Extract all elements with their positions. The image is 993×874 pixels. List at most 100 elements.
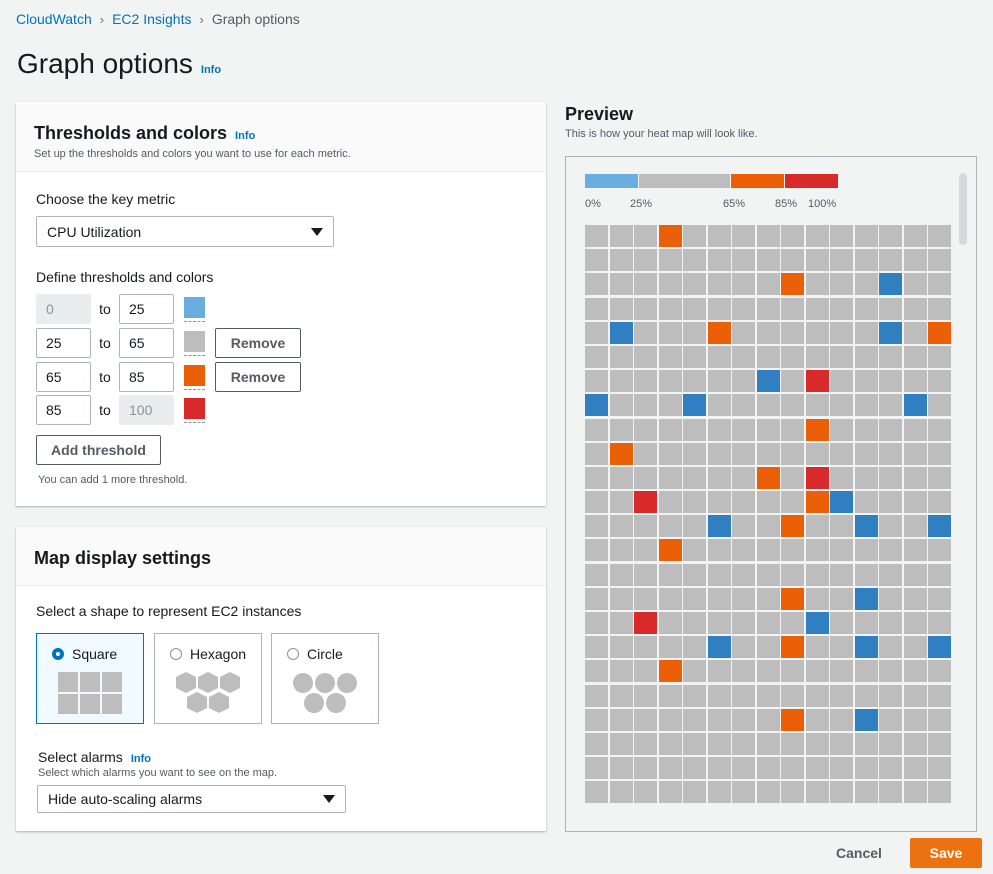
- heat-map-cell[interactable]: [683, 442, 706, 465]
- heat-map-cell[interactable]: [707, 442, 731, 465]
- save-button[interactable]: Save: [910, 838, 982, 868]
- heat-map-cell[interactable]: [781, 491, 804, 514]
- heat-map-cell[interactable]: [609, 491, 633, 514]
- heat-map-cell[interactable]: [732, 660, 755, 683]
- heat-map-cell[interactable]: [585, 587, 608, 610]
- heat-map-cell[interactable]: [854, 466, 878, 489]
- heat-map-cell[interactable]: [879, 249, 902, 272]
- heat-map-cell[interactable]: [683, 636, 706, 659]
- heat-map-cell[interactable]: [781, 684, 804, 707]
- heat-map-cell[interactable]: [928, 491, 951, 514]
- heat-map-cell[interactable]: [585, 732, 608, 755]
- heat-map-cell[interactable]: [928, 249, 951, 272]
- heat-map-cell[interactable]: [707, 781, 731, 804]
- heat-map-cell[interactable]: [830, 225, 853, 247]
- heat-map-cell[interactable]: [756, 757, 780, 780]
- heat-map-cell[interactable]: [756, 297, 780, 320]
- heat-map-cell[interactable]: [903, 781, 927, 804]
- heat-map-cell[interactable]: [903, 491, 927, 514]
- heat-map-cell[interactable]: [781, 708, 804, 731]
- heat-map-cell[interactable]: [609, 225, 633, 247]
- radio-circle[interactable]: [287, 648, 299, 660]
- heat-map-cell[interactable]: [683, 539, 706, 562]
- heat-map-cell[interactable]: [903, 636, 927, 659]
- heat-map-cell[interactable]: [879, 612, 902, 634]
- heat-map-cell[interactable]: [781, 297, 804, 320]
- heat-map-cell[interactable]: [854, 732, 878, 755]
- heat-map-cell[interactable]: [634, 418, 657, 441]
- heat-map-cell[interactable]: [658, 442, 682, 465]
- heat-map-cell[interactable]: [585, 684, 608, 707]
- heat-map-cell[interactable]: [658, 321, 682, 344]
- heat-map-cell[interactable]: [854, 539, 878, 562]
- heat-map-cell[interactable]: [830, 466, 853, 489]
- heat-map-cell[interactable]: [903, 684, 927, 707]
- heat-map-cell[interactable]: [854, 684, 878, 707]
- heat-map-cell[interactable]: [781, 249, 804, 272]
- heat-map-cell[interactable]: [756, 225, 780, 247]
- heat-map-cell[interactable]: [928, 370, 951, 393]
- heat-map-cell[interactable]: [732, 394, 755, 417]
- shape-option-hexagon[interactable]: Hexagon: [154, 633, 262, 724]
- alarms-info-link[interactable]: Info: [131, 753, 151, 765]
- heat-map-cell[interactable]: [683, 587, 706, 610]
- heat-map-cell[interactable]: [805, 273, 829, 296]
- shape-option-circle[interactable]: Circle: [271, 633, 379, 724]
- heat-map-cell[interactable]: [830, 563, 853, 586]
- heat-map-cell[interactable]: [683, 684, 706, 707]
- heat-map-cell[interactable]: [756, 345, 780, 368]
- heat-map-cell[interactable]: [707, 757, 731, 780]
- heat-map-cell[interactable]: [683, 708, 706, 731]
- heat-map-cell[interactable]: [658, 370, 682, 393]
- heat-map-cell[interactable]: [830, 515, 853, 538]
- heat-map-cell[interactable]: [658, 660, 682, 683]
- heat-map-cell[interactable]: [928, 539, 951, 562]
- heat-map-cell[interactable]: [903, 515, 927, 538]
- heat-map-cell[interactable]: [879, 539, 902, 562]
- heat-map-cell[interactable]: [928, 781, 951, 804]
- heat-map-cell[interactable]: [830, 394, 853, 417]
- alarms-select[interactable]: Hide auto-scaling alarms: [37, 785, 346, 813]
- heat-map-cell[interactable]: [658, 781, 682, 804]
- heat-map-cell[interactable]: [781, 515, 804, 538]
- heat-map-cell[interactable]: [634, 587, 657, 610]
- heat-map-cell[interactable]: [805, 636, 829, 659]
- heat-map-cell[interactable]: [756, 466, 780, 489]
- heat-map-cell[interactable]: [781, 225, 804, 247]
- heat-map-cell[interactable]: [781, 757, 804, 780]
- key-metric-select[interactable]: CPU Utilization: [36, 216, 334, 247]
- heat-map-cell[interactable]: [732, 636, 755, 659]
- heat-map-cell[interactable]: [585, 781, 608, 804]
- heat-map-cell[interactable]: [585, 636, 608, 659]
- heat-map-cell[interactable]: [756, 273, 780, 296]
- heat-map-cell[interactable]: [756, 612, 780, 634]
- heat-map-cell[interactable]: [903, 345, 927, 368]
- heat-map-cell[interactable]: [707, 563, 731, 586]
- heat-map-cell[interactable]: [732, 563, 755, 586]
- heat-map-cell[interactable]: [805, 345, 829, 368]
- heat-map-cell[interactable]: [781, 636, 804, 659]
- heat-map-cell[interactable]: [683, 321, 706, 344]
- heat-map-cell[interactable]: [609, 321, 633, 344]
- heat-map-cell[interactable]: [879, 370, 902, 393]
- heat-map-cell[interactable]: [781, 321, 804, 344]
- heat-map-cell[interactable]: [781, 345, 804, 368]
- heat-map-cell[interactable]: [781, 732, 804, 755]
- heat-map-cell[interactable]: [781, 273, 804, 296]
- radio-hexagon[interactable]: [170, 648, 182, 660]
- heat-map-cell[interactable]: [634, 708, 657, 731]
- heat-map-cell[interactable]: [732, 249, 755, 272]
- heat-map-cell[interactable]: [928, 345, 951, 368]
- heat-map-cell[interactable]: [903, 249, 927, 272]
- heat-map-cell[interactable]: [707, 297, 731, 320]
- heat-map-cell[interactable]: [903, 757, 927, 780]
- heat-map-cell[interactable]: [683, 781, 706, 804]
- remove-threshold-button[interactable]: Remove: [215, 328, 301, 358]
- heat-map-cell[interactable]: [707, 225, 731, 247]
- heat-map-cell[interactable]: [781, 370, 804, 393]
- heat-map-cell[interactable]: [609, 781, 633, 804]
- heat-map-cell[interactable]: [879, 273, 902, 296]
- heat-map-cell[interactable]: [854, 321, 878, 344]
- shape-option-square[interactable]: Square: [36, 633, 144, 724]
- threshold-from-input[interactable]: [36, 328, 91, 358]
